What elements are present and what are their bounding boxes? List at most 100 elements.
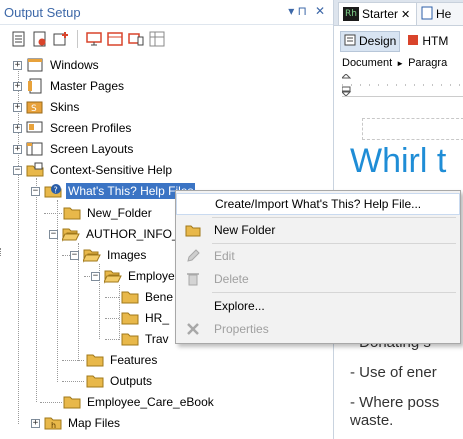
expand-icon[interactable]: + — [13, 123, 22, 133]
menu-item-create-import[interactable]: Create/Import What's This? Help File... — [176, 193, 460, 215]
tab-label: He — [436, 7, 452, 21]
html-view-button[interactable]: HTM — [404, 32, 451, 51]
design-label: Design — [359, 34, 397, 48]
design-icon — [344, 34, 356, 49]
tree-label: AUTHOR_INFO_ — [86, 227, 179, 241]
tree-item-skins[interactable]: + S Skins — [13, 97, 81, 117]
document-menu[interactable]: Document — [342, 57, 392, 69]
tree-label: Screen Profiles — [50, 121, 132, 135]
bullet-text: - Use of ener — [350, 364, 437, 381]
folder-open-icon — [83, 247, 101, 263]
design-view-button[interactable]: Design — [340, 30, 401, 52]
chevron-right-icon: ► — [396, 58, 405, 68]
tree-item-screen-profiles[interactable]: + Screen Profiles — [13, 118, 133, 138]
tree-item-whats-this-help-files[interactable]: − ? What's This? Help Files — [31, 181, 196, 201]
ruler — [340, 73, 463, 97]
tree-label: Skins — [50, 100, 80, 114]
tree-label: Employee_Care_eBook — [87, 395, 214, 409]
tree-item-hr[interactable]: HR_ — [121, 308, 171, 328]
tree-label: Context-Sensitive Help — [50, 163, 173, 177]
tree-label: Screen Layouts — [50, 142, 134, 156]
tree-item-employee[interactable]: − Employee — [91, 266, 183, 286]
tree-item-trav[interactable]: Trav — [121, 329, 171, 349]
collapse-icon[interactable]: − — [13, 165, 22, 175]
folder-icon — [176, 223, 210, 237]
html-icon — [407, 34, 419, 49]
expand-icon[interactable]: + — [13, 60, 22, 70]
menu-label: Properties — [214, 322, 269, 336]
collapse-icon[interactable]: − — [49, 229, 58, 239]
menu-label: Delete — [214, 272, 249, 286]
robohelp-icon: Rh — [343, 7, 359, 21]
tab-label: Starter — [362, 7, 399, 21]
folder-icon — [63, 205, 81, 221]
tools-icon — [176, 321, 210, 337]
windows-icon — [26, 57, 44, 73]
page-icon — [421, 6, 433, 23]
tab-help[interactable]: He — [416, 2, 463, 25]
paragraph-menu[interactable]: Paragra — [408, 57, 447, 69]
screen-layout-icon — [26, 141, 44, 157]
tree-item-master-pages[interactable]: + Master Pages — [13, 76, 126, 96]
tree-item-new-folder[interactable]: New_Folder — [63, 203, 154, 223]
tree-item-features[interactable]: Features — [86, 350, 159, 370]
folder-open-icon — [62, 226, 80, 242]
csh-folder-icon — [26, 162, 44, 178]
folder-icon — [86, 352, 104, 368]
menu-label: New Folder — [214, 223, 276, 237]
context-menu: Create/Import What's This? Help File... … — [175, 190, 461, 344]
menu-separator — [212, 243, 456, 244]
menu-separator — [212, 217, 456, 218]
folder-icon — [86, 373, 104, 389]
pencil-icon — [176, 248, 210, 264]
expand-icon[interactable]: + — [13, 144, 22, 154]
bullet-text: - Where poss — [350, 394, 440, 411]
folder-icon — [121, 310, 139, 326]
tree-item-windows[interactable]: + Windows — [13, 55, 101, 75]
collapse-icon[interactable]: − — [91, 271, 100, 281]
tree-label: Trav — [145, 332, 169, 346]
expand-icon[interactable]: + — [31, 418, 40, 428]
tree-label: Windows — [50, 58, 99, 72]
bullet-text: waste. — [350, 412, 394, 429]
tree-item-images[interactable]: − Images — [70, 245, 148, 265]
menu-label: Edit — [214, 249, 235, 263]
svg-text:S: S — [31, 104, 37, 114]
svg-text:h: h — [51, 421, 56, 430]
tree-item-map-files[interactable]: + h Map Files — [31, 413, 122, 433]
page-heading: Whirl t — [350, 142, 447, 180]
tree-item-employee-care-ebook[interactable]: Employee_Care_eBook — [63, 392, 216, 412]
placeholder-box — [362, 118, 463, 140]
expand-icon[interactable]: + — [13, 102, 22, 112]
tree-label: Outputs — [110, 374, 153, 388]
help-folder-icon: ? — [44, 183, 62, 199]
tree-label: Bene — [145, 290, 174, 304]
tab-starter[interactable]: Rh Starter ✕ — [338, 2, 423, 25]
trash-icon — [176, 271, 210, 287]
tree-item-outputs[interactable]: Outputs — [86, 371, 154, 391]
menu-item-new-folder[interactable]: New Folder — [176, 219, 460, 241]
menu-label: Create/Import What's This? Help File... — [215, 197, 422, 211]
tree-label: Master Pages — [50, 79, 125, 93]
menu-separator — [212, 292, 456, 293]
tree-item-author-info[interactable]: − AUTHOR_INFO_ — [49, 224, 181, 244]
collapse-icon[interactable]: − — [31, 186, 40, 196]
collapse-icon[interactable]: − — [70, 250, 79, 260]
screen-profile-icon — [26, 120, 44, 136]
tree-label: Features — [110, 353, 158, 367]
menu-label: Explore... — [214, 299, 265, 313]
menu-item-explore[interactable]: Explore... — [176, 295, 460, 317]
menu-item-edit[interactable]: Edit — [176, 245, 460, 267]
tree-item-bene[interactable]: Bene — [121, 287, 175, 307]
tab-close-icon[interactable]: ✕ — [401, 8, 410, 21]
tree-item-screen-layouts[interactable]: + Screen Layouts — [13, 139, 135, 159]
resize-handle[interactable] — [0, 248, 4, 256]
folder-open-icon — [104, 268, 122, 284]
html-label: HTM — [422, 34, 449, 48]
document-tabs: Rh Starter ✕ He — [334, 0, 463, 26]
expand-icon[interactable]: + — [13, 81, 22, 91]
folder-icon — [121, 331, 139, 347]
menu-item-properties[interactable]: Properties — [176, 318, 460, 340]
menu-item-delete[interactable]: Delete — [176, 268, 460, 290]
tree-item-context-sensitive-help[interactable]: − Context-Sensitive Help — [13, 160, 174, 180]
